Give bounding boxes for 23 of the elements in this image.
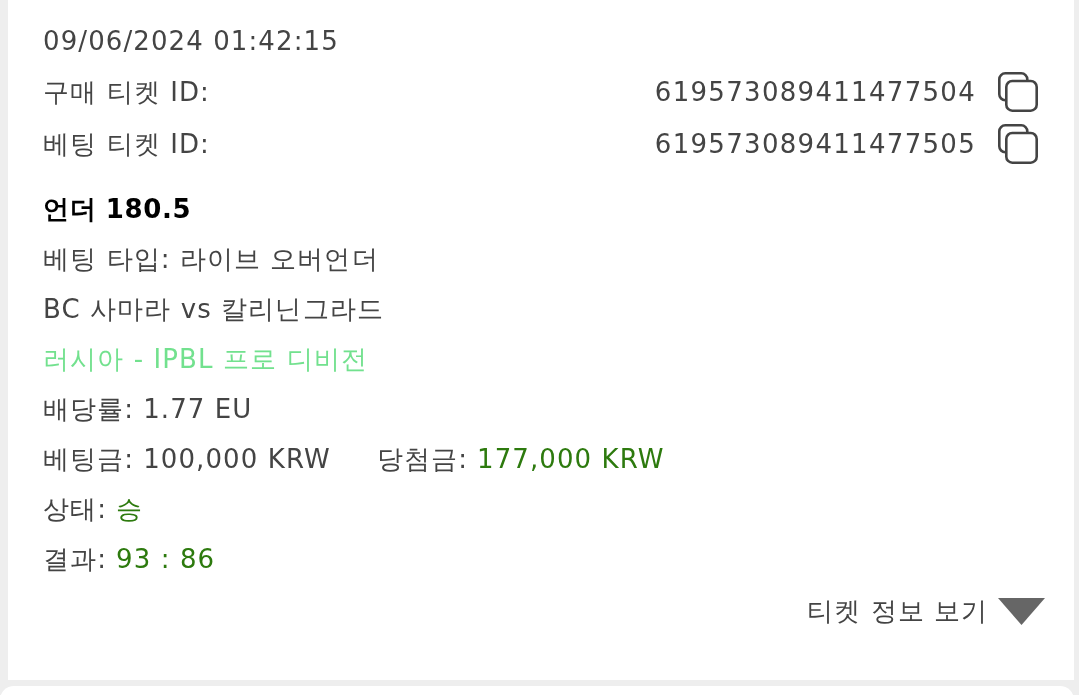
selection-title: 언더 180.5	[43, 193, 193, 226]
id-label: 베팅 티켓 ID:	[43, 128, 210, 161]
field-value: 승	[116, 492, 144, 526]
field-value: 93 : 86	[116, 544, 216, 574]
ticket-id: 619573089411477505	[654, 129, 976, 159]
league-name: 러시아 - IPBL 프로 디비전	[43, 343, 369, 376]
field-label: 베팅금:	[43, 442, 135, 476]
field-label: 상태:	[43, 492, 108, 526]
match-title: BC 사마라 vs 칼리닌그라드	[43, 293, 385, 326]
field-label: 결과:	[43, 542, 108, 576]
field-label: 당첨금:	[376, 442, 468, 476]
field-value: 177,000 KRW	[477, 444, 665, 474]
ticket-info-toggle[interactable]: 티켓 정보 보기	[807, 593, 1045, 629]
id-label: 구매 티켓 ID:	[43, 76, 210, 109]
field-value: 100,000 KRW	[143, 444, 331, 474]
date-time: 09/06/2024 01:42:15	[43, 25, 340, 58]
copy-icon[interactable]	[998, 124, 1038, 164]
copy-icon[interactable]	[998, 72, 1038, 112]
field-value: 라이브 오버언더	[179, 242, 379, 276]
field-value: 1.77 EU	[143, 394, 253, 424]
field-label: 베팅 타입:	[43, 242, 171, 276]
field-label: 배당률:	[43, 392, 135, 426]
ticket-id: 619573089411477504	[654, 77, 976, 107]
